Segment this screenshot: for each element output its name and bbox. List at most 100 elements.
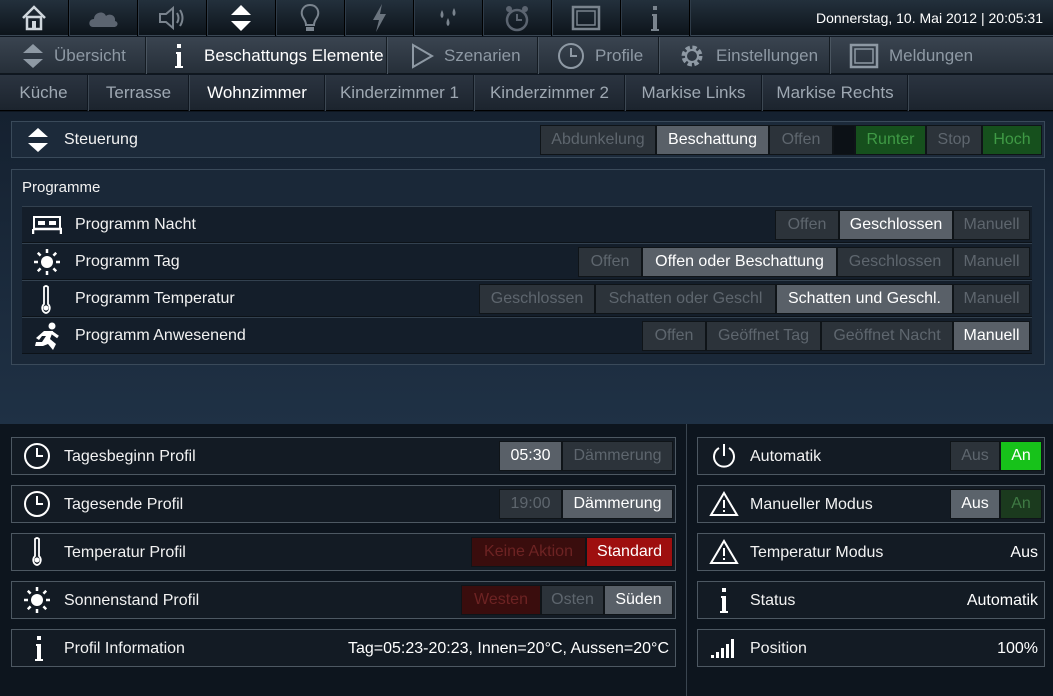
anw-manuell-button[interactable]: Manuell (953, 321, 1030, 351)
nav-item-beschattungs-elemente[interactable]: Beschattungs Elemente (147, 37, 387, 74)
nav-item-uebersicht[interactable]: Übersicht (0, 37, 146, 74)
warning-icon (709, 491, 739, 517)
thermometer-icon (39, 284, 53, 316)
sonnenstand-label: Sonnenstand Profil (64, 592, 200, 609)
nav-item-einstellungen[interactable]: Einstellungen (660, 37, 830, 74)
westen-button[interactable]: Westen (461, 585, 541, 615)
nav-item-label: Übersicht (54, 45, 126, 65)
manueller-modus-label: Manueller Modus (750, 496, 873, 513)
profil-information-label: Profil Information (64, 640, 185, 657)
programm-tag-label: Programm Tag (75, 253, 180, 270)
screen-icon (849, 43, 879, 69)
tab-kueche[interactable]: Küche (0, 75, 88, 111)
bulb-icon[interactable] (276, 0, 345, 36)
stop-button[interactable]: Stop (926, 125, 982, 155)
bed-icon (32, 213, 62, 237)
temperatur-profil-panel: Temperatur Profil Keine Aktion Standard (11, 533, 676, 571)
column-divider (686, 424, 687, 696)
clock-icon (557, 42, 585, 70)
temp-schatten-oder-geschl-button[interactable]: Schatten oder Geschl (595, 284, 776, 314)
tagesbeginn-time-button[interactable]: 05:30 (499, 441, 562, 471)
status-panel: Status Automatik (697, 581, 1045, 619)
profil-information-panel: Profil Information Tag=05:23-20:23, Inne… (11, 629, 676, 667)
sun-icon (33, 248, 61, 276)
manuell-aus-button[interactable]: Aus (950, 489, 1000, 519)
tagesende-label: Tagesende Profil (64, 496, 184, 513)
tag-offen-oder-beschattung-button[interactable]: Offen oder Beschattung (642, 247, 837, 277)
programm-temperatur-row: Programm Temperatur Geschlossen Schatten… (22, 280, 1032, 317)
anw-geoeffnet-nacht-button[interactable]: Geöffnet Nacht (821, 321, 953, 351)
info-icon (172, 42, 186, 70)
programm-nacht-row: Programm Nacht Offen Geschlossen Manuell (22, 206, 1032, 243)
nacht-offen-button[interactable]: Offen (775, 210, 839, 240)
play-icon (410, 42, 434, 69)
nav-item-meldungen[interactable]: Meldungen (831, 37, 991, 74)
nav-item-profile[interactable]: Profile (539, 37, 659, 74)
tab-markise-links[interactable]: Markise Links (626, 75, 762, 111)
warning-icon (709, 539, 739, 565)
position-panel: Position 100% (697, 629, 1045, 667)
tagesende-time-button[interactable]: 19:00 (499, 489, 562, 519)
top-icon-bar: Donnerstag, 10. Mai 2012 | 20:05:31 (0, 0, 1053, 36)
automatik-aus-button[interactable]: Aus (950, 441, 1000, 471)
separator (833, 125, 855, 155)
anw-geoeffnet-tag-button[interactable]: Geöffnet Tag (706, 321, 821, 351)
programme-title: Programme (22, 179, 101, 196)
tag-manuell-button[interactable]: Manuell (953, 247, 1030, 277)
tagesende-daemmerung-button[interactable]: Dämmerung (562, 489, 673, 519)
info-icon (32, 634, 46, 664)
runter-button[interactable]: Runter (855, 125, 926, 155)
tab-kinderzimmer-2[interactable]: Kinderzimmer 2 (475, 75, 625, 111)
nacht-manuell-button[interactable]: Manuell (953, 210, 1030, 240)
abdunkelung-button[interactable]: Abdunkelung (540, 125, 656, 155)
keine-aktion-button[interactable]: Keine Aktion (471, 537, 586, 567)
beschattung-button[interactable]: Beschattung (656, 125, 769, 155)
signal-bars-icon (709, 636, 739, 660)
temp-manuell-button[interactable]: Manuell (953, 284, 1030, 314)
updown-arrows-icon (27, 126, 49, 154)
updown-arrows-icon[interactable] (207, 0, 276, 36)
tagesende-panel: Tagesende Profil 19:00 Dämmerung (11, 485, 676, 523)
clock-icon (23, 442, 51, 470)
tab-wohnzimmer[interactable]: Wohnzimmer (190, 75, 325, 111)
cloud-icon[interactable] (69, 0, 138, 36)
anw-offen-button[interactable]: Offen (642, 321, 706, 351)
main-nav: Übersicht Beschattungs Elemente Szenarie… (0, 37, 1053, 74)
tag-offen-button[interactable]: Offen (578, 247, 642, 277)
automatik-an-button[interactable]: An (1000, 441, 1042, 471)
tagesbeginn-daemmerung-button[interactable]: Dämmerung (562, 441, 673, 471)
alarm-clock-icon[interactable] (483, 0, 552, 36)
drops-icon[interactable] (414, 0, 483, 36)
manuell-an-button[interactable]: An (1000, 489, 1042, 519)
sueden-button[interactable]: Süden (604, 585, 673, 615)
screen-icon[interactable] (552, 0, 621, 36)
position-label: Position (750, 640, 807, 657)
offen-button[interactable]: Offen (769, 125, 833, 155)
nacht-geschlossen-button[interactable]: Geschlossen (839, 210, 953, 240)
tag-geschlossen-button[interactable]: Geschlossen (837, 247, 953, 277)
manueller-modus-panel: Manueller Modus Aus An (697, 485, 1045, 523)
automatik-label: Automatik (750, 448, 822, 465)
info-icon[interactable] (621, 0, 690, 36)
profil-information-value: Tag=05:23-20:23, Innen=20°C, Aussen=20°C (347, 640, 669, 657)
speaker-icon[interactable] (138, 0, 207, 36)
hoch-button[interactable]: Hoch (982, 125, 1042, 155)
power-icon (710, 442, 738, 470)
steuerung-panel: Steuerung Abdunkelung Beschattung Offen … (11, 121, 1045, 158)
temp-geschlossen-button[interactable]: Geschlossen (479, 284, 595, 314)
lightning-icon[interactable] (345, 0, 414, 36)
standard-button[interactable]: Standard (586, 537, 673, 567)
osten-button[interactable]: Osten (541, 585, 604, 615)
clock-icon (23, 490, 51, 518)
gear-icon (678, 42, 706, 70)
programm-anwesenend-row: Programm Anwesenend Offen Geöffnet Tag G… (22, 317, 1032, 354)
tab-kinderzimmer-1[interactable]: Kinderzimmer 1 (326, 75, 474, 111)
temperatur-profil-label: Temperatur Profil (64, 544, 186, 561)
home-icon[interactable] (0, 0, 69, 36)
tagesbeginn-panel: Tagesbeginn Profil 05:30 Dämmerung (11, 437, 676, 475)
tab-markise-rechts[interactable]: Markise Rechts (763, 75, 908, 111)
temp-schatten-und-geschl-button[interactable]: Schatten und Geschl. (776, 284, 953, 314)
nav-item-szenarien[interactable]: Szenarien (388, 37, 538, 74)
position-value: 100% (997, 640, 1038, 657)
tab-terrasse[interactable]: Terrasse (89, 75, 189, 111)
